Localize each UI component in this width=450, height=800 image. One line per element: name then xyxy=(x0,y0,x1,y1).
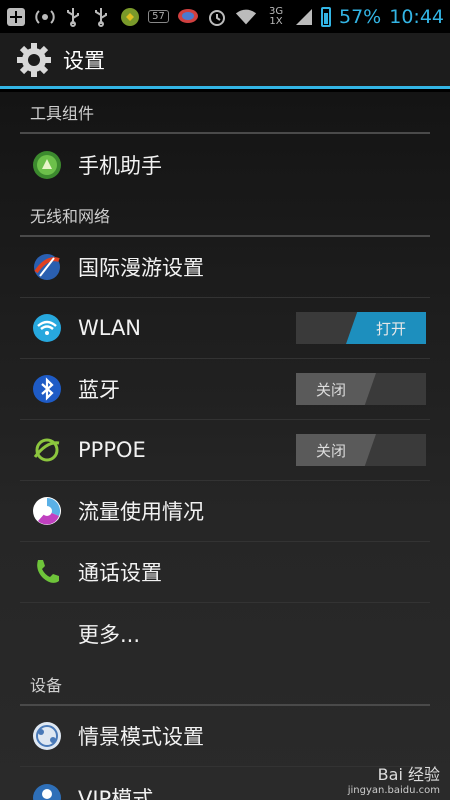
settings-item-profiles[interactable]: 情景模式设置 xyxy=(20,706,430,767)
settings-item-wlan[interactable]: WLAN 打开 xyxy=(20,298,430,359)
signal-icon xyxy=(295,6,313,28)
section-header-device: 设备 xyxy=(20,664,430,706)
settings-item-pppoe[interactable]: PPPOE 关闭 xyxy=(20,420,430,481)
usb-icon xyxy=(91,6,111,28)
settings-item-more[interactable]: 更多... xyxy=(20,603,430,664)
usb-debug-icon xyxy=(34,6,55,28)
gear-icon[interactable] xyxy=(16,42,52,78)
settings-item-label: 手机助手 xyxy=(78,153,162,178)
watermark-url: jingyan.baidu.com xyxy=(347,785,440,796)
vip-icon xyxy=(32,783,62,800)
settings-list: 工具组件 手机助手 无线和网络 国际漫游设置 WLAN 打开 蓝牙 关闭 PPP… xyxy=(0,92,450,800)
app-icon xyxy=(120,6,140,28)
watermark-brand: Bai 经验 xyxy=(377,765,440,784)
settings-item-assistant[interactable]: 手机助手 xyxy=(20,134,430,195)
bluetooth-toggle[interactable]: 关闭 xyxy=(296,373,426,405)
wlan-toggle[interactable]: 打开 xyxy=(296,312,426,344)
wifi-icon xyxy=(32,313,62,343)
alarm-icon xyxy=(207,6,227,28)
page-title: 设置 xyxy=(63,48,105,73)
sim-icon: 57 xyxy=(148,6,169,28)
settings-item-call[interactable]: 通话设置 xyxy=(20,542,430,603)
bluetooth-icon xyxy=(32,374,62,404)
pppoe-toggle[interactable]: 关闭 xyxy=(296,434,426,466)
settings-item-label: 蓝牙 xyxy=(78,378,120,402)
settings-item-label: 情景模式设置 xyxy=(78,725,204,749)
notification-badge: 57 xyxy=(148,10,169,23)
network-type: 3G 1X xyxy=(268,5,284,27)
settings-item-label: 更多... xyxy=(78,622,141,647)
profile-icon xyxy=(32,721,62,751)
data-usage-icon xyxy=(32,496,62,526)
settings-item-bluetooth[interactable]: 蓝牙 关闭 xyxy=(20,359,430,420)
toggle-state: 关闭 xyxy=(296,434,376,466)
battery-percent: 57% xyxy=(339,5,382,28)
battery-icon xyxy=(321,6,331,27)
settings-item-label: WLAN xyxy=(78,316,142,340)
toggle-state: 打开 xyxy=(346,312,426,344)
settings-item-label: 国际漫游设置 xyxy=(78,256,204,280)
status-bar: 57 3G 1X 57% 10:44 xyxy=(0,0,450,33)
section-header-wireless: 无线和网络 xyxy=(20,195,430,237)
action-bar: 设置 xyxy=(0,33,450,89)
phone-assistant-icon xyxy=(32,150,62,180)
clock: 10:44 xyxy=(389,5,444,28)
section-header-tools: 工具组件 xyxy=(20,92,430,134)
phone-icon xyxy=(32,557,62,587)
pppoe-icon xyxy=(32,435,62,465)
settings-item-label: 流量使用情况 xyxy=(78,500,204,524)
settings-item-label: 通话设置 xyxy=(78,561,162,585)
usb-icon xyxy=(63,6,83,28)
settings-item-data-usage[interactable]: 流量使用情况 xyxy=(20,481,430,542)
wifi-icon xyxy=(235,6,257,28)
settings-item-roaming[interactable]: 国际漫游设置 xyxy=(20,237,430,298)
settings-item-label: VIP模式 xyxy=(78,786,154,800)
roaming-icon xyxy=(32,252,62,282)
toggle-state: 关闭 xyxy=(296,373,376,405)
baidu-watermark: Bai 经验 jingyan.baidu.com xyxy=(348,761,440,796)
add-icon xyxy=(6,6,26,28)
settings-item-label: PPPOE xyxy=(78,438,146,462)
chat-icon xyxy=(177,6,199,28)
